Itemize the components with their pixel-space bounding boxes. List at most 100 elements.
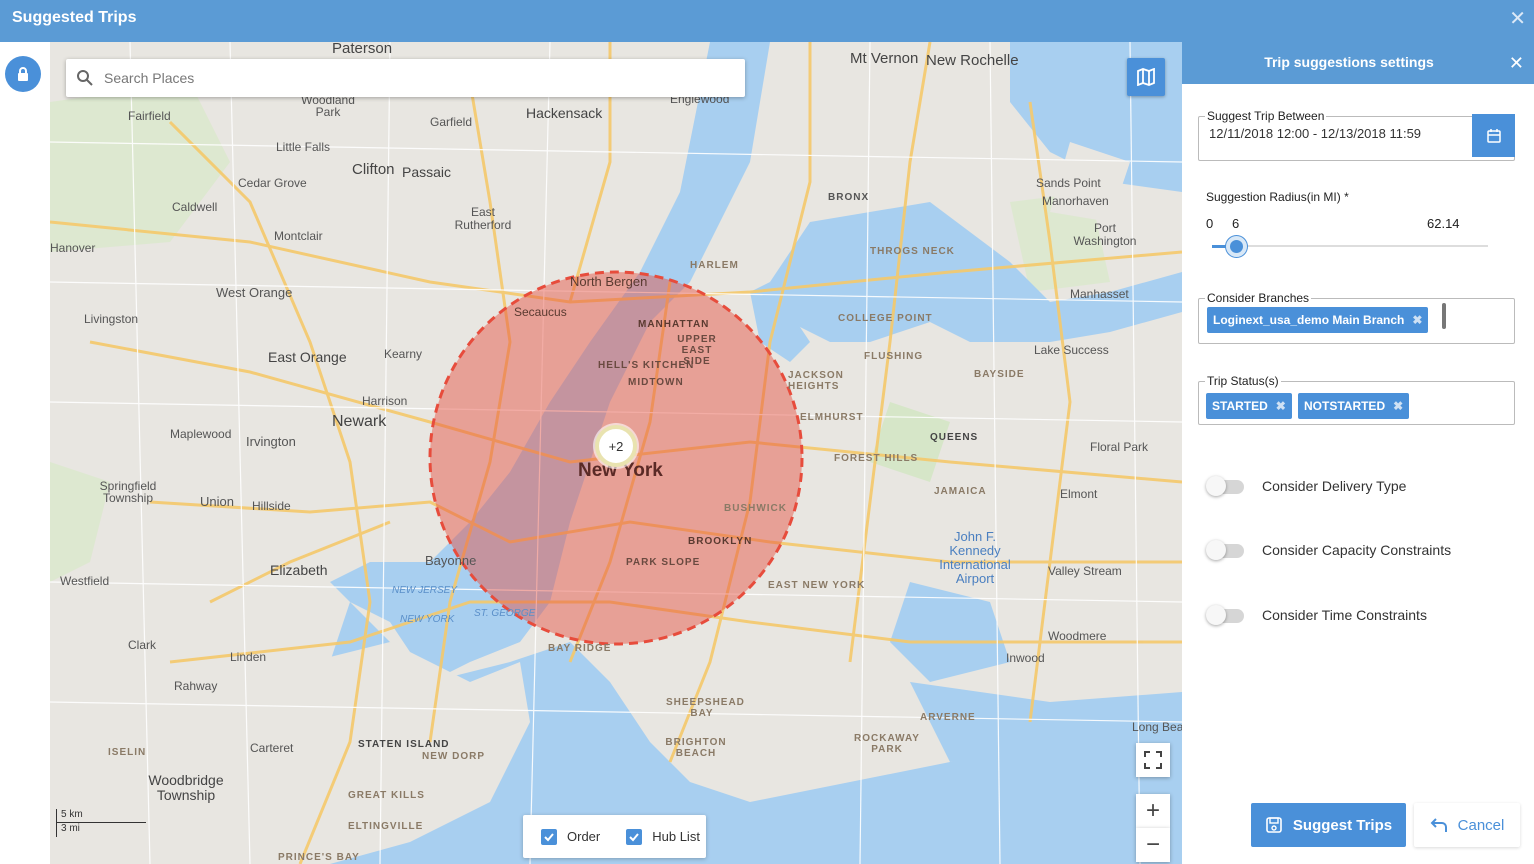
map-label-manhasset: Manhasset: [1070, 287, 1129, 301]
cancel-button[interactable]: Cancel: [1414, 803, 1520, 847]
delivery-type-toggle[interactable]: [1206, 476, 1248, 496]
map-label-passaic: Passaic: [402, 164, 452, 180]
undo-icon: [1430, 818, 1447, 832]
map-label-woodbridge: Woodbridge Township: [148, 772, 224, 803]
time-label: Consider Time Constraints: [1262, 607, 1427, 623]
hub-layer-toggle[interactable]: Hub List: [626, 828, 700, 845]
map-label-queens: QUEENS: [930, 432, 979, 443]
map-type-button[interactable]: [1127, 58, 1165, 96]
map-label-jamaica: JAMAICA: [934, 486, 987, 497]
map-label-longbeach: Long Bea: [1132, 720, 1182, 734]
map-label-newrochelle: New Rochelle: [926, 52, 1019, 69]
map-label-kearny: Kearny: [384, 347, 423, 361]
map-label-parkslope: PARK SLOPE: [626, 557, 701, 568]
map-label-springfield: Springfield Township: [99, 479, 157, 505]
cancel-label: Cancel: [1457, 816, 1505, 834]
map-label-caldwell: Caldwell: [172, 200, 218, 214]
status-chip-notstarted: NOTSTARTED ✖: [1298, 393, 1410, 419]
map-label-jacksonheights: JACKSON HEIGHTS: [788, 370, 844, 392]
map-label-bushwick: BUSHWICK: [724, 503, 787, 514]
calendar-icon: [1486, 128, 1501, 143]
map-label-brooklyn: BROOKLYN: [688, 536, 753, 547]
window-title: Suggested Trips: [12, 9, 137, 26]
branches-scrollbar[interactable]: [1442, 303, 1446, 329]
map-label-clifton: Clifton: [352, 161, 395, 178]
map-label-throgsneck: THROGS NECK: [870, 246, 955, 257]
map-label-manorhaven: Manorhaven: [1042, 194, 1109, 208]
map-label-maplewood: Maplewood: [170, 427, 232, 441]
date-range-field[interactable]: Suggest Trip Between 12/11/2018 12:00 - …: [1198, 109, 1515, 161]
map-label-harlem: HARLEM: [690, 260, 739, 271]
lock-button[interactable]: [5, 56, 41, 92]
map-label-eastnewyork: EAST NEW YORK: [768, 580, 866, 591]
map-label-iselin: ISELIN: [108, 747, 147, 758]
remove-chip-icon[interactable]: ✖: [1393, 399, 1403, 413]
zoom-in-button[interactable]: +: [1136, 794, 1170, 828]
scale-km: 5 km: [56, 809, 146, 823]
map-label-northbergen: North Bergen: [570, 274, 648, 289]
map-scale: 5 km 3 mi: [56, 809, 146, 837]
remove-chip-icon[interactable]: ✖: [1276, 399, 1286, 413]
map-label-lakesuccess: Lake Success: [1034, 343, 1109, 357]
map-label-statenisland: STATEN ISLAND: [358, 739, 450, 750]
map-label-newjersey: NEW JERSEY: [392, 585, 458, 596]
map-label-newyorkstate: NEW YORK: [400, 614, 455, 625]
map-label-linden: Linden: [230, 650, 267, 664]
date-range-value: 12/11/2018 12:00 - 12/13/2018 11:59: [1209, 126, 1422, 141]
map-label-bayside: BAYSIDE: [974, 369, 1025, 380]
radius-slider-track[interactable]: [1212, 245, 1488, 247]
close-icon[interactable]: ✕: [1509, 53, 1524, 74]
search-icon: [77, 70, 93, 86]
radius-min: 0: [1206, 216, 1214, 231]
radius-slider-thumb[interactable]: [1226, 236, 1247, 257]
status-chip-label: STARTED: [1212, 399, 1268, 413]
map-label-hellskitchen: HELL'S KITCHEN: [598, 360, 695, 371]
cluster-marker[interactable]: +2: [595, 425, 637, 467]
map-label-inwood: Inwood: [1006, 651, 1045, 665]
map-label-foresthills: FOREST HILLS: [834, 453, 919, 464]
map-label-westorange: West Orange: [216, 285, 293, 300]
zoom-out-button[interactable]: −: [1136, 828, 1170, 862]
map-label-garfield: Garfield: [430, 115, 473, 129]
map-label-elmont: Elmont: [1060, 487, 1098, 501]
map-label-eastrutherford: East Rutherford: [454, 205, 512, 232]
capacity-toggle[interactable]: [1206, 540, 1248, 560]
map-label-woodland: Woodland Park: [301, 93, 355, 119]
map-label-clark: Clark: [128, 638, 157, 652]
map-label-cedargrove: Cedar Grove: [238, 176, 307, 190]
search-input[interactable]: [104, 65, 724, 91]
map-label-harrison: Harrison: [362, 394, 408, 408]
map-label-floralpark: Floral Park: [1090, 440, 1149, 454]
fullscreen-icon: [1144, 751, 1162, 769]
save-icon: [1266, 817, 1282, 833]
layer-toggles: Order Hub List: [523, 815, 706, 858]
map-label-bronx: BRONX: [828, 192, 870, 203]
map-label-carteret: Carteret: [250, 741, 294, 755]
capacity-label: Consider Capacity Constraints: [1262, 542, 1452, 558]
map-label-livingston: Livingston: [84, 312, 139, 326]
radius-label: Suggestion Radius(in MI) *: [1206, 190, 1349, 204]
map-label-paterson: Paterson: [332, 42, 393, 57]
map-label-irvington: Irvington: [246, 434, 296, 449]
settings-title: Trip suggestions settings: [1264, 54, 1434, 70]
order-layer-toggle[interactable]: Order: [541, 828, 600, 845]
map-label-eltingville: ELTINGVILLE: [348, 821, 424, 832]
map-label-collegepoint: COLLEGE POINT: [838, 313, 933, 324]
fullscreen-button[interactable]: [1136, 743, 1170, 777]
left-toolbar: [0, 42, 50, 864]
radius-value: 6: [1232, 216, 1240, 231]
map-label-arverne: ARVERNE: [920, 712, 976, 723]
calendar-button[interactable]: [1472, 114, 1515, 157]
time-toggle[interactable]: [1206, 605, 1248, 625]
close-icon[interactable]: ✕: [1509, 8, 1526, 30]
checkbox-checked-icon: [626, 828, 643, 845]
map-label-midtown: MIDTOWN: [628, 377, 684, 388]
suggest-trips-button[interactable]: Suggest Trips: [1251, 803, 1406, 847]
map-label-jfk: John F. Kennedy International Airport: [939, 529, 1011, 586]
map-label-elmhurst: ELMHURST: [800, 412, 864, 423]
map-label-fairfield: Fairfield: [128, 109, 171, 123]
map-label-hackensack: Hackensack: [526, 105, 603, 121]
map-label-mtvernon: Mt Vernon: [850, 50, 919, 67]
map-view[interactable]: Paterson Mt Vernon New Rochelle Fairfiel…: [50, 42, 1182, 864]
remove-chip-icon[interactable]: ✖: [1412, 313, 1422, 327]
